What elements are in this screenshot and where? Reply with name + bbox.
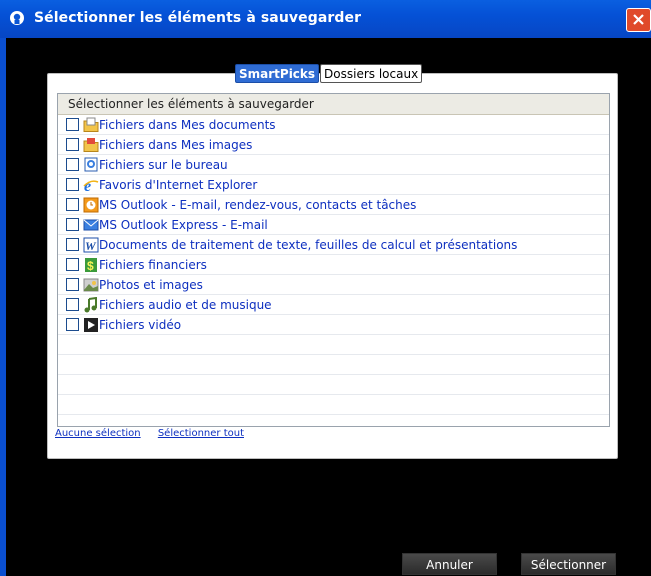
close-button[interactable] xyxy=(626,8,651,32)
dollar-icon: $ xyxy=(83,257,99,273)
item-checkbox[interactable] xyxy=(66,118,79,131)
word-document-icon: W xyxy=(83,237,99,253)
tab-bar: SmartPicks Dossiers locaux xyxy=(235,64,423,84)
list-header: Sélectionner les éléments à sauvegarder xyxy=(58,94,609,115)
item-checkbox[interactable] xyxy=(66,238,79,251)
folder-images-icon xyxy=(83,137,99,153)
tab-smartpicks[interactable]: SmartPicks xyxy=(235,64,320,83)
outlook-icon xyxy=(83,197,99,213)
item-label: Fichiers vidéo xyxy=(99,317,182,332)
item-checkbox[interactable] xyxy=(66,158,79,171)
photo-icon xyxy=(83,277,99,293)
empty-row xyxy=(58,395,609,415)
item-label: Fichiers sur le bureau xyxy=(99,157,228,172)
empty-row xyxy=(58,335,609,355)
item-label: Fichiers dans Mes images xyxy=(99,137,253,152)
item-checkbox[interactable] xyxy=(66,298,79,311)
svg-text:W: W xyxy=(85,239,97,253)
item-label: MS Outlook - E-mail, rendez-vous, contac… xyxy=(99,197,417,212)
item-label: Photos et images xyxy=(99,277,203,292)
select-button[interactable]: Sélectionner xyxy=(521,553,616,575)
window-left-border xyxy=(0,38,6,576)
list-item[interactable]: MS Outlook - E-mail, rendez-vous, contac… xyxy=(58,195,609,215)
empty-row xyxy=(58,375,609,395)
list-item[interactable]: Fichiers dans Mes images xyxy=(58,135,609,155)
title-bar: Sélectionner les éléments à sauvegarder xyxy=(0,0,651,38)
list-item[interactable]: $ Fichiers financiers xyxy=(58,255,609,275)
empty-row xyxy=(58,415,609,426)
select-all-link[interactable]: Sélectionner tout xyxy=(158,428,244,439)
list-item[interactable]: Fichiers vidéo xyxy=(58,315,609,335)
music-note-icon xyxy=(83,296,99,313)
item-checkbox[interactable] xyxy=(66,278,79,291)
item-checkbox[interactable] xyxy=(66,258,79,271)
list-item[interactable]: Fichiers dans Mes documents xyxy=(58,115,609,135)
svg-text:$: $ xyxy=(87,259,94,273)
item-checkbox[interactable] xyxy=(66,198,79,211)
item-label: Favoris d'Internet Explorer xyxy=(99,177,258,192)
item-checkbox[interactable] xyxy=(66,178,79,191)
list-item[interactable]: W Documents de traitement de texte, feui… xyxy=(58,235,609,255)
folder-documents-icon xyxy=(83,117,99,133)
item-label: MS Outlook Express - E-mail xyxy=(99,217,268,232)
item-checkbox[interactable] xyxy=(66,138,79,151)
item-checkbox[interactable] xyxy=(66,318,79,331)
item-label: Fichiers audio et de musique xyxy=(99,297,272,312)
outlook-express-icon xyxy=(83,217,99,233)
window-title: Sélectionner les éléments à sauvegarder xyxy=(34,10,362,26)
tab-local-folders[interactable]: Dossiers locaux xyxy=(320,64,423,83)
list-item[interactable]: Fichiers audio et de musique xyxy=(58,295,609,315)
app-icon xyxy=(9,10,25,26)
list-item[interactable]: Fichiers sur le bureau xyxy=(58,155,609,175)
empty-row xyxy=(58,355,609,375)
item-label: Fichiers financiers xyxy=(99,257,207,272)
item-checkbox[interactable] xyxy=(66,218,79,231)
item-label: Fichiers dans Mes documents xyxy=(99,117,276,132)
video-play-icon xyxy=(83,317,99,333)
close-icon xyxy=(633,14,644,25)
list-item[interactable]: MS Outlook Express - E-mail xyxy=(58,215,609,235)
item-label: Documents de traitement de texte, feuill… xyxy=(99,237,518,252)
list-item[interactable]: Photos et images xyxy=(58,275,609,295)
select-none-link[interactable]: Aucune sélection xyxy=(55,428,141,439)
internet-explorer-icon: e xyxy=(83,177,99,193)
selection-links: Aucune sélection Sélectionner tout xyxy=(55,428,258,439)
desktop-icon xyxy=(83,157,99,173)
list-item[interactable]: e Favoris d'Internet Explorer xyxy=(58,175,609,195)
items-list: Sélectionner les éléments à sauvegarder … xyxy=(57,93,610,427)
cancel-button[interactable]: Annuler xyxy=(402,553,497,575)
